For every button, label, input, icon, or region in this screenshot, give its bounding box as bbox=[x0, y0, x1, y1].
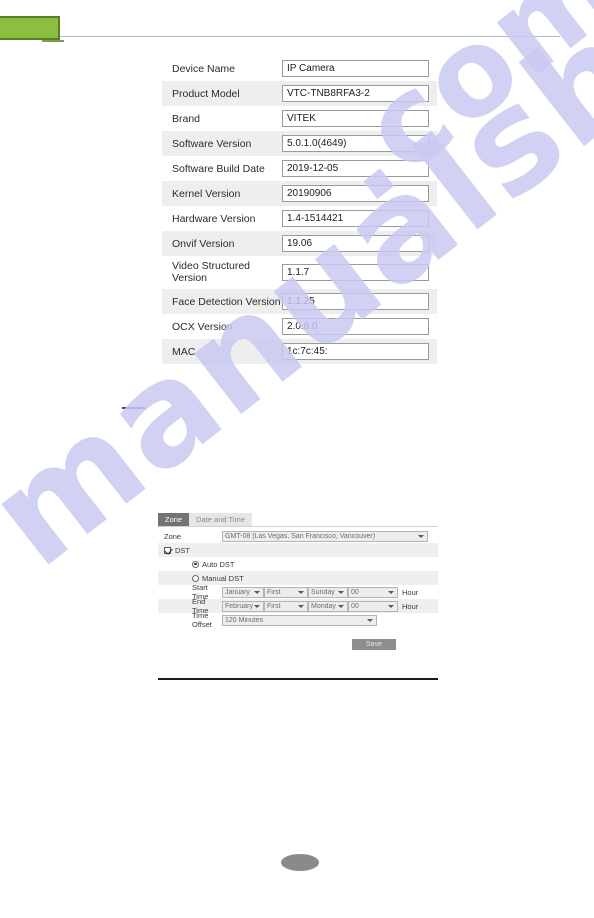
row-label: Software Version bbox=[172, 137, 252, 150]
save-button[interactable]: Save bbox=[352, 639, 396, 650]
start-month-wrapper: January bbox=[222, 586, 264, 598]
row-label: Brand bbox=[172, 112, 201, 125]
table-row: Device Name IP Camera bbox=[162, 56, 437, 81]
row-value-field[interactable]: VTC-TNB8RFA3-2 bbox=[282, 85, 429, 102]
device-info-table: Device Name IP Camera Product Model VTC-… bbox=[162, 56, 437, 364]
row-label: Software Build Date bbox=[172, 162, 265, 175]
end-week-select[interactable]: First bbox=[264, 600, 308, 612]
start-day-wrapper: Sunday bbox=[308, 586, 348, 598]
paragraph-dash-marker bbox=[122, 407, 145, 409]
end-month-wrapper: February bbox=[222, 600, 264, 612]
dst-checkbox[interactable] bbox=[164, 546, 171, 554]
row-value-field[interactable]: 20190906 bbox=[282, 185, 429, 202]
row-value-field[interactable]: 2.0.8.0 bbox=[282, 318, 429, 335]
auto-dst-radio[interactable] bbox=[192, 560, 199, 568]
time-offset-row: Time Offset 120 Minutes bbox=[158, 611, 438, 629]
end-hour-select[interactable]: 00 bbox=[348, 600, 398, 612]
zone-label: Zone bbox=[164, 531, 182, 541]
zone-select[interactable]: GMT-08 (Las Vegas, San Francisco, Vancou… bbox=[222, 530, 428, 542]
panel-body: Zone GMT-08 (Las Vegas, San Francisco, V… bbox=[158, 526, 438, 650]
save-row: Save bbox=[158, 627, 438, 650]
row-value-field[interactable]: 5.0.1.0(4649) bbox=[282, 135, 429, 152]
zone-select-wrapper: GMT-08 (Las Vegas, San Francisco, Vancou… bbox=[222, 530, 428, 542]
table-row: OCX Version 2.0.8.0 bbox=[162, 314, 437, 339]
table-row: MAC 1c:7c:45: bbox=[162, 339, 437, 364]
row-label: Onvif Version bbox=[172, 237, 235, 250]
start-month-select[interactable]: January bbox=[222, 586, 264, 598]
table-row: Hardware Version 1.4-1514421 bbox=[162, 206, 437, 231]
row-label: Device Name bbox=[172, 62, 236, 75]
tab-zone[interactable]: Zone bbox=[158, 513, 190, 526]
auto-dst-row: Auto DST bbox=[158, 557, 438, 571]
end-hour-wrapper: 00 bbox=[348, 600, 398, 612]
start-hour-wrapper: 00 bbox=[348, 586, 398, 598]
datetime-settings-panel: Zone Date and Time Zone GMT-08 (Las Vega… bbox=[158, 513, 438, 650]
end-week-wrapper: First bbox=[264, 600, 308, 612]
header-divider-rule bbox=[60, 36, 560, 37]
table-row: Video Structured Version 1.1.7 bbox=[162, 256, 437, 289]
table-row: Product Model VTC-TNB8RFA3-2 bbox=[162, 81, 437, 106]
start-hour-select[interactable]: 00 bbox=[348, 586, 398, 598]
panel-tab-strip: Zone Date and Time bbox=[158, 513, 438, 526]
row-label: Hardware Version bbox=[172, 212, 256, 225]
row-value-field[interactable]: 1.1.25 bbox=[282, 293, 429, 310]
page-number-badge bbox=[281, 854, 319, 871]
row-value-field[interactable]: 1.4-1514421 bbox=[282, 210, 429, 227]
row-value-field[interactable]: VITEK bbox=[282, 110, 429, 127]
tab-date-and-time[interactable]: Date and Time bbox=[189, 513, 252, 526]
row-value-field[interactable]: 1.1.7 bbox=[282, 264, 429, 281]
row-value-field[interactable]: IP Camera bbox=[282, 60, 429, 77]
end-day-wrapper: Monday bbox=[308, 600, 348, 612]
row-label: OCX Version bbox=[172, 320, 233, 333]
time-offset-select[interactable]: 120 Minutes bbox=[222, 614, 377, 626]
manual-dst-radio[interactable] bbox=[192, 574, 199, 582]
zone-row: Zone GMT-08 (Las Vegas, San Francisco, V… bbox=[158, 529, 438, 543]
table-row: Kernel Version 20190906 bbox=[162, 181, 437, 206]
row-label: Face Detection Version bbox=[172, 295, 281, 308]
time-offset-label: Time Offset bbox=[192, 611, 212, 629]
row-label: Video Structured Version bbox=[172, 260, 251, 284]
row-label: MAC bbox=[172, 345, 196, 358]
manual-dst-label: Manual DST bbox=[202, 573, 244, 583]
start-week-wrapper: First bbox=[264, 586, 308, 598]
end-month-select[interactable]: February bbox=[222, 600, 264, 612]
table-row: Software Version 5.0.1.0(4649) bbox=[162, 131, 437, 156]
section-tab-underline bbox=[42, 40, 64, 42]
time-offset-wrapper: 120 Minutes bbox=[222, 614, 377, 626]
table-row: Brand VITEK bbox=[162, 106, 437, 131]
end-day-select[interactable]: Monday bbox=[308, 600, 348, 612]
start-week-select[interactable]: First bbox=[264, 586, 308, 598]
start-hour-unit: Hour bbox=[402, 587, 419, 597]
start-day-select[interactable]: Sunday bbox=[308, 586, 348, 598]
table-row: Onvif Version 19.06 bbox=[162, 231, 437, 256]
row-label: Product Model bbox=[172, 87, 240, 100]
dst-label: DST bbox=[175, 545, 190, 555]
table-row: Software Build Date 2019-12-05 bbox=[162, 156, 437, 181]
row-value-field[interactable]: 19.06 bbox=[282, 235, 429, 252]
end-hour-unit: Hour bbox=[402, 601, 419, 611]
section-tab-marker bbox=[0, 16, 60, 40]
row-value-field[interactable]: 1c:7c:45: bbox=[282, 343, 429, 360]
footer-divider-rule bbox=[158, 678, 438, 680]
auto-dst-label: Auto DST bbox=[202, 559, 235, 569]
dst-row: DST bbox=[158, 543, 438, 557]
row-label: Kernel Version bbox=[172, 187, 241, 200]
row-value-field[interactable]: 2019-12-05 bbox=[282, 160, 429, 177]
table-row: Face Detection Version 1.1.25 bbox=[162, 289, 437, 314]
